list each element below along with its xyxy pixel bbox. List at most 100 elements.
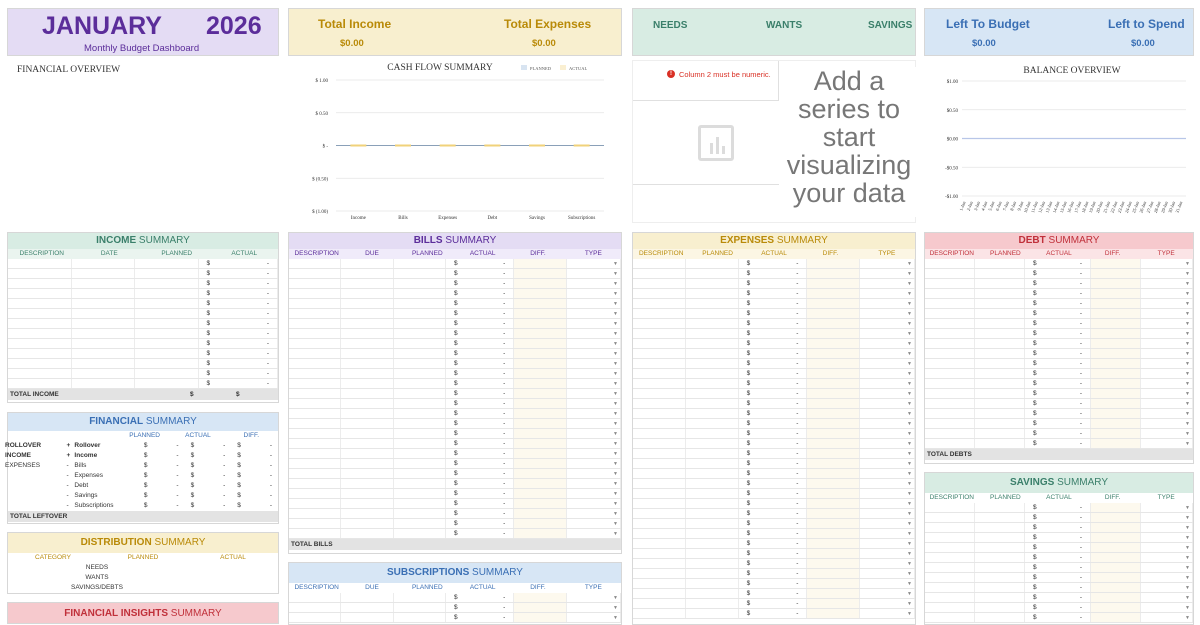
table-row[interactable]: $ - ▼ bbox=[925, 439, 1193, 449]
dropdown-arrow-icon[interactable]: ▼ bbox=[1185, 575, 1190, 581]
dropdown-arrow-icon[interactable]: ▼ bbox=[907, 281, 912, 287]
table-cell[interactable] bbox=[341, 309, 394, 318]
table-cell[interactable]: $ - bbox=[1025, 533, 1091, 542]
table-cell[interactable] bbox=[1091, 513, 1141, 522]
table-cell[interactable] bbox=[135, 339, 199, 348]
table-cell[interactable] bbox=[514, 509, 567, 518]
table-cell[interactable] bbox=[807, 509, 861, 518]
dropdown-arrow-icon[interactable]: ▼ bbox=[613, 301, 618, 307]
dropdown-arrow-icon[interactable]: ▼ bbox=[613, 531, 618, 537]
table-row[interactable]: $ - ▼ bbox=[633, 519, 915, 529]
table-cell[interactable] bbox=[1091, 523, 1141, 532]
table-cell[interactable] bbox=[341, 429, 394, 438]
dropdown-arrow-icon[interactable]: ▼ bbox=[907, 471, 912, 477]
dropdown-arrow-icon[interactable]: ▼ bbox=[613, 361, 618, 367]
table-cell[interactable] bbox=[394, 309, 446, 318]
table-cell[interactable] bbox=[1091, 339, 1141, 348]
table-row[interactable]: $ - ▼ bbox=[633, 409, 915, 419]
table-cell[interactable]: ▼ bbox=[567, 299, 621, 308]
table-row[interactable]: $ - ▼ bbox=[925, 389, 1193, 399]
table-cell[interactable] bbox=[72, 319, 135, 328]
table-cell[interactable]: $ - bbox=[739, 319, 808, 328]
table-cell[interactable]: ▼ bbox=[567, 603, 621, 612]
table-cell[interactable]: $ - bbox=[739, 399, 808, 408]
table-cell[interactable] bbox=[72, 359, 135, 368]
table-row[interactable]: $ - ▼ bbox=[633, 469, 915, 479]
table-cell[interactable]: ▼ bbox=[567, 269, 621, 278]
table-cell[interactable] bbox=[925, 593, 975, 602]
table-cell[interactable] bbox=[925, 349, 975, 358]
table-row[interactable]: $ - ▼ bbox=[289, 509, 621, 519]
table-cell[interactable]: ▼ bbox=[1141, 439, 1193, 448]
table-cell[interactable]: ▼ bbox=[860, 569, 915, 578]
table-row[interactable]: $ - ▼ bbox=[289, 319, 621, 329]
table-cell[interactable]: ▼ bbox=[860, 279, 915, 288]
table-cell[interactable] bbox=[807, 279, 861, 288]
table-cell[interactable] bbox=[686, 309, 739, 318]
table-cell[interactable] bbox=[807, 439, 861, 448]
table-cell[interactable]: ▼ bbox=[1141, 429, 1193, 438]
table-cell[interactable]: ▼ bbox=[860, 309, 915, 318]
table-cell[interactable]: ▼ bbox=[860, 599, 915, 608]
table-cell[interactable]: $ - bbox=[199, 319, 278, 328]
table-cell[interactable]: ▼ bbox=[860, 399, 915, 408]
table-row[interactable]: $ - ▼ bbox=[289, 449, 621, 459]
table-cell[interactable] bbox=[341, 259, 394, 268]
table-row[interactable]: $ - ▼ bbox=[633, 429, 915, 439]
table-cell[interactable]: $ - bbox=[446, 369, 515, 378]
table-cell[interactable] bbox=[1091, 319, 1141, 328]
table-cell[interactable]: $ - bbox=[446, 359, 515, 368]
table-cell[interactable] bbox=[514, 279, 567, 288]
table-cell[interactable]: $ - bbox=[739, 299, 808, 308]
table-row[interactable]: $ - ▼ bbox=[633, 599, 915, 609]
table-cell[interactable]: ▼ bbox=[860, 559, 915, 568]
table-cell[interactable] bbox=[514, 399, 567, 408]
table-cell[interactable]: $ - bbox=[739, 449, 808, 458]
table-row[interactable]: $ - ▼ bbox=[633, 399, 915, 409]
table-cell[interactable] bbox=[686, 399, 739, 408]
dropdown-arrow-icon[interactable]: ▼ bbox=[907, 601, 912, 607]
table-row[interactable]: $ - ▼ bbox=[289, 429, 621, 439]
table-row[interactable]: $ - ▼ bbox=[633, 309, 915, 319]
table-row[interactable]: $ - ▼ bbox=[925, 593, 1193, 603]
table-cell[interactable] bbox=[8, 329, 72, 338]
table-cell[interactable]: $ - bbox=[739, 349, 808, 358]
table-row[interactable]: $ - ▼ bbox=[289, 529, 621, 539]
table-cell[interactable] bbox=[341, 519, 394, 528]
dropdown-arrow-icon[interactable]: ▼ bbox=[613, 271, 618, 277]
table-cell[interactable] bbox=[686, 359, 739, 368]
dropdown-arrow-icon[interactable]: ▼ bbox=[907, 321, 912, 327]
table-cell[interactable] bbox=[1091, 573, 1141, 582]
dropdown-arrow-icon[interactable]: ▼ bbox=[907, 331, 912, 337]
table-cell[interactable]: $ - bbox=[1025, 563, 1091, 572]
table-cell[interactable]: ▼ bbox=[860, 589, 915, 598]
table-cell[interactable] bbox=[686, 299, 739, 308]
dropdown-arrow-icon[interactable]: ▼ bbox=[907, 371, 912, 377]
table-cell[interactable] bbox=[514, 319, 567, 328]
table-cell[interactable]: $ - bbox=[446, 299, 515, 308]
table-cell[interactable] bbox=[975, 563, 1025, 572]
table-cell[interactable]: $ - bbox=[446, 349, 515, 358]
table-row[interactable]: $ - ▼ bbox=[289, 359, 621, 369]
table-row[interactable]: $ - ▼ bbox=[633, 269, 915, 279]
table-cell[interactable]: $ - bbox=[1025, 543, 1091, 552]
table-cell[interactable] bbox=[289, 289, 342, 298]
table-cell[interactable] bbox=[807, 319, 861, 328]
table-cell[interactable] bbox=[514, 429, 567, 438]
table-cell[interactable] bbox=[975, 369, 1025, 378]
table-cell[interactable] bbox=[289, 279, 342, 288]
table-cell[interactable] bbox=[807, 409, 861, 418]
table-row[interactable]: $ - ▼ bbox=[925, 339, 1193, 349]
table-cell[interactable] bbox=[975, 319, 1025, 328]
table-cell[interactable] bbox=[289, 519, 342, 528]
dropdown-arrow-icon[interactable]: ▼ bbox=[1185, 535, 1190, 541]
dropdown-arrow-icon[interactable]: ▼ bbox=[1185, 331, 1190, 337]
dropdown-arrow-icon[interactable]: ▼ bbox=[1185, 555, 1190, 561]
table-cell[interactable]: $ - bbox=[1025, 603, 1091, 612]
table-cell[interactable] bbox=[394, 399, 446, 408]
table-cell[interactable]: $ - bbox=[1025, 573, 1091, 582]
table-cell[interactable] bbox=[975, 429, 1025, 438]
table-cell[interactable] bbox=[686, 259, 739, 268]
table-cell[interactable] bbox=[925, 503, 975, 512]
table-cell[interactable]: ▼ bbox=[860, 419, 915, 428]
